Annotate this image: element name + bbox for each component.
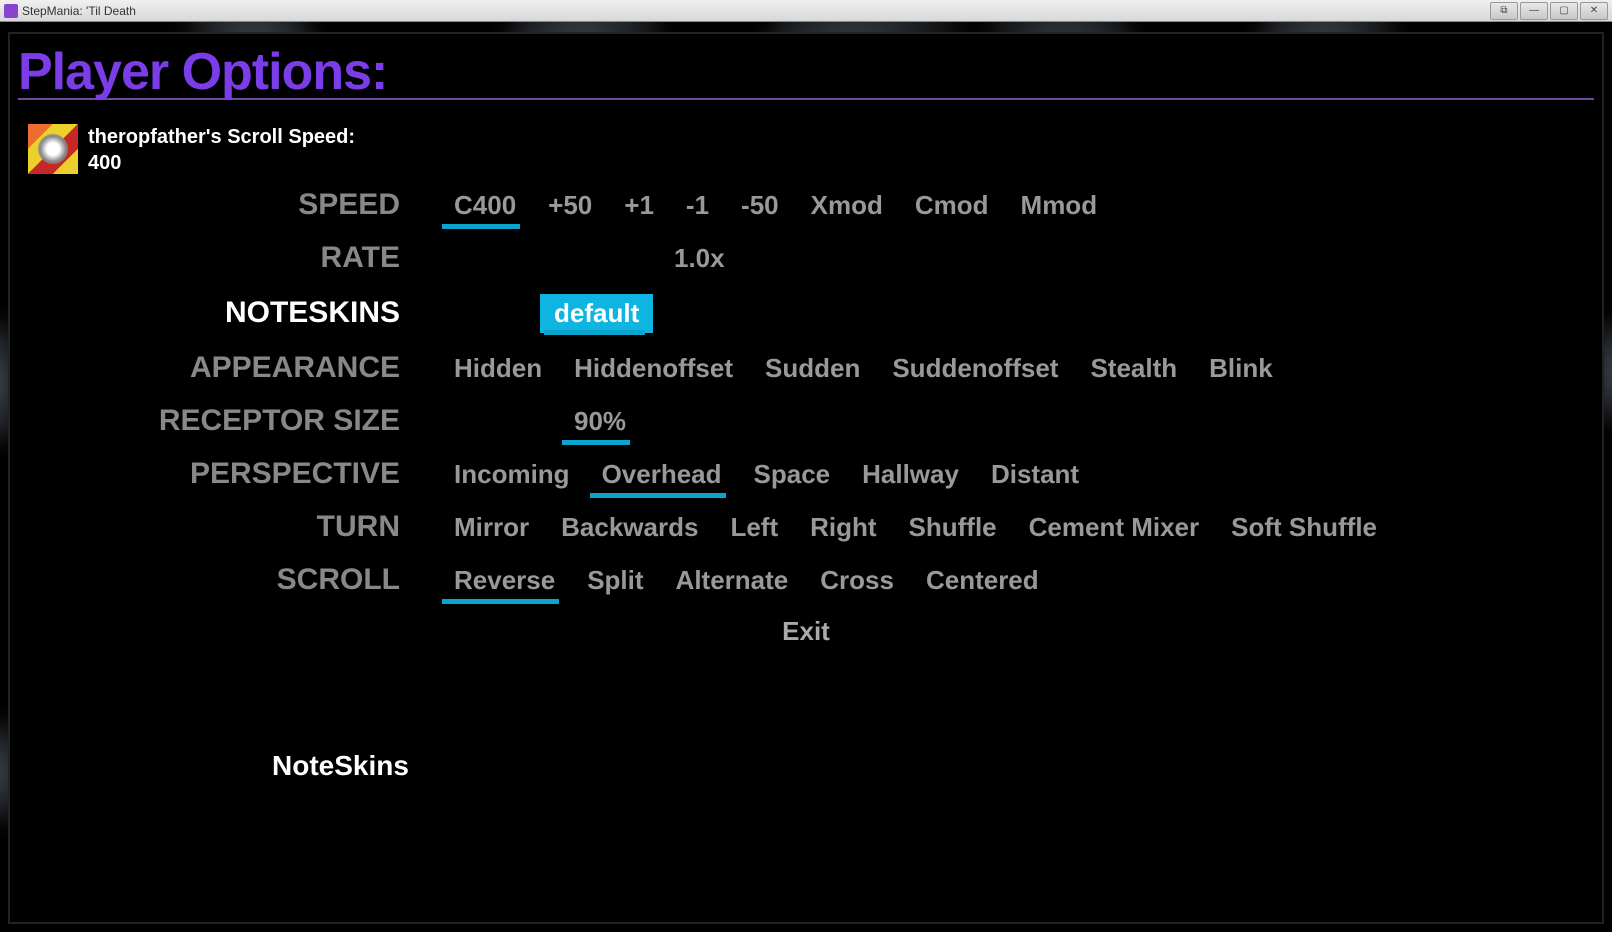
appearance-values: Hidden Hiddenoffset Sudden Suddenoffset … bbox=[450, 351, 1602, 386]
title-bar-left: StepMania: 'Til Death bbox=[4, 4, 136, 18]
appearance-option-blink[interactable]: Blink bbox=[1205, 351, 1277, 386]
perspective-option-overhead[interactable]: Overhead bbox=[598, 457, 726, 492]
speed-option-plus1[interactable]: +1 bbox=[620, 188, 658, 223]
scroll-option-reverse[interactable]: Reverse bbox=[450, 563, 559, 598]
noteskins-option-default[interactable]: default bbox=[540, 294, 653, 333]
perspective-option-space[interactable]: Space bbox=[750, 457, 835, 492]
speed-label: SPEED bbox=[10, 189, 450, 221]
player-text: theropfather's Scroll Speed: 400 bbox=[88, 124, 355, 176]
scroll-values: Reverse Split Alternate Cross Centered bbox=[450, 563, 1602, 598]
minimize-button[interactable]: — bbox=[1520, 2, 1548, 20]
appearance-option-hiddenoffset[interactable]: Hiddenoffset bbox=[570, 351, 737, 386]
window-extra-button[interactable]: ⧉ bbox=[1490, 2, 1518, 20]
appearance-option-stealth[interactable]: Stealth bbox=[1086, 351, 1181, 386]
app-icon bbox=[4, 4, 18, 18]
receptor-size-values: 90% bbox=[450, 404, 1602, 439]
receptor-size-value[interactable]: 90% bbox=[570, 404, 630, 439]
scroll-label: SCROLL bbox=[10, 564, 450, 596]
perspective-values: Incoming Overhead Space Hallway Distant bbox=[450, 457, 1602, 492]
page-title: Player Options: bbox=[18, 42, 1594, 102]
speed-option-mmod[interactable]: Mmod bbox=[1017, 188, 1102, 223]
appearance-option-suddenoffset[interactable]: Suddenoffset bbox=[888, 351, 1062, 386]
turn-option-backwards[interactable]: Backwards bbox=[557, 510, 702, 545]
rate-label: RATE bbox=[10, 242, 450, 274]
scroll-option-centered[interactable]: Centered bbox=[922, 563, 1043, 598]
turn-option-soft-shuffle[interactable]: Soft Shuffle bbox=[1227, 510, 1381, 545]
appearance-option-hidden[interactable]: Hidden bbox=[450, 351, 546, 386]
rate-values: 1.0x bbox=[450, 241, 1602, 276]
scroll-option-cross[interactable]: Cross bbox=[816, 563, 898, 598]
game-content: Player Options: theropfather's Scroll Sp… bbox=[8, 32, 1604, 924]
speed-option-xmod[interactable]: Xmod bbox=[807, 188, 887, 223]
window-buttons: ⧉ — ▢ ✕ bbox=[1490, 2, 1608, 20]
noteskins-label: NOTESKINS bbox=[10, 297, 450, 329]
scroll-speed-value: 400 bbox=[88, 150, 355, 176]
maximize-button[interactable]: ▢ bbox=[1550, 2, 1578, 20]
perspective-label: PERSPECTIVE bbox=[10, 458, 450, 490]
speed-option-minus1[interactable]: -1 bbox=[682, 188, 713, 223]
scroll-speed-label: theropfather's Scroll Speed: bbox=[88, 124, 355, 150]
receptor-size-label: RECEPTOR SIZE bbox=[10, 405, 450, 437]
turn-label: TURN bbox=[10, 511, 450, 543]
speed-option-minus50[interactable]: -50 bbox=[737, 188, 783, 223]
turn-values: Mirror Backwards Left Right Shuffle Ceme… bbox=[450, 510, 1602, 545]
speed-option-plus50[interactable]: +50 bbox=[544, 188, 596, 223]
turn-option-mirror[interactable]: Mirror bbox=[450, 510, 533, 545]
options-grid: SPEED C400 +50 +1 -1 -50 Xmod Cmod Mmod … bbox=[10, 188, 1602, 647]
perspective-option-hallway[interactable]: Hallway bbox=[858, 457, 963, 492]
scroll-option-split[interactable]: Split bbox=[583, 563, 647, 598]
exit-button[interactable]: Exit bbox=[782, 616, 830, 646]
speed-values: C400 +50 +1 -1 -50 Xmod Cmod Mmod bbox=[450, 188, 1602, 223]
perspective-option-distant[interactable]: Distant bbox=[987, 457, 1083, 492]
rate-value[interactable]: 1.0x bbox=[670, 241, 729, 276]
speed-option-cmod[interactable]: Cmod bbox=[911, 188, 993, 223]
player-avatar bbox=[28, 124, 78, 174]
appearance-label: APPEARANCE bbox=[10, 352, 450, 384]
noteskins-values: default bbox=[450, 294, 1602, 333]
game-area: Player Options: theropfather's Scroll Sp… bbox=[0, 22, 1612, 932]
header: Player Options: bbox=[10, 34, 1602, 100]
appearance-option-sudden[interactable]: Sudden bbox=[761, 351, 864, 386]
current-option-footer: NoteSkins bbox=[272, 750, 409, 782]
exit-row: Exit bbox=[10, 616, 1602, 647]
scroll-option-alternate[interactable]: Alternate bbox=[672, 563, 793, 598]
window-title: StepMania: 'Til Death bbox=[22, 4, 136, 18]
turn-option-shuffle[interactable]: Shuffle bbox=[905, 510, 1001, 545]
close-button[interactable]: ✕ bbox=[1580, 2, 1608, 20]
turn-option-left[interactable]: Left bbox=[726, 510, 782, 545]
turn-option-cement-mixer[interactable]: Cement Mixer bbox=[1025, 510, 1204, 545]
speed-option-c400[interactable]: C400 bbox=[450, 188, 520, 223]
perspective-option-incoming[interactable]: Incoming bbox=[450, 457, 574, 492]
player-info: theropfather's Scroll Speed: 400 bbox=[10, 112, 1602, 188]
turn-option-right[interactable]: Right bbox=[806, 510, 880, 545]
window-title-bar: StepMania: 'Til Death ⧉ — ▢ ✕ bbox=[0, 0, 1612, 22]
